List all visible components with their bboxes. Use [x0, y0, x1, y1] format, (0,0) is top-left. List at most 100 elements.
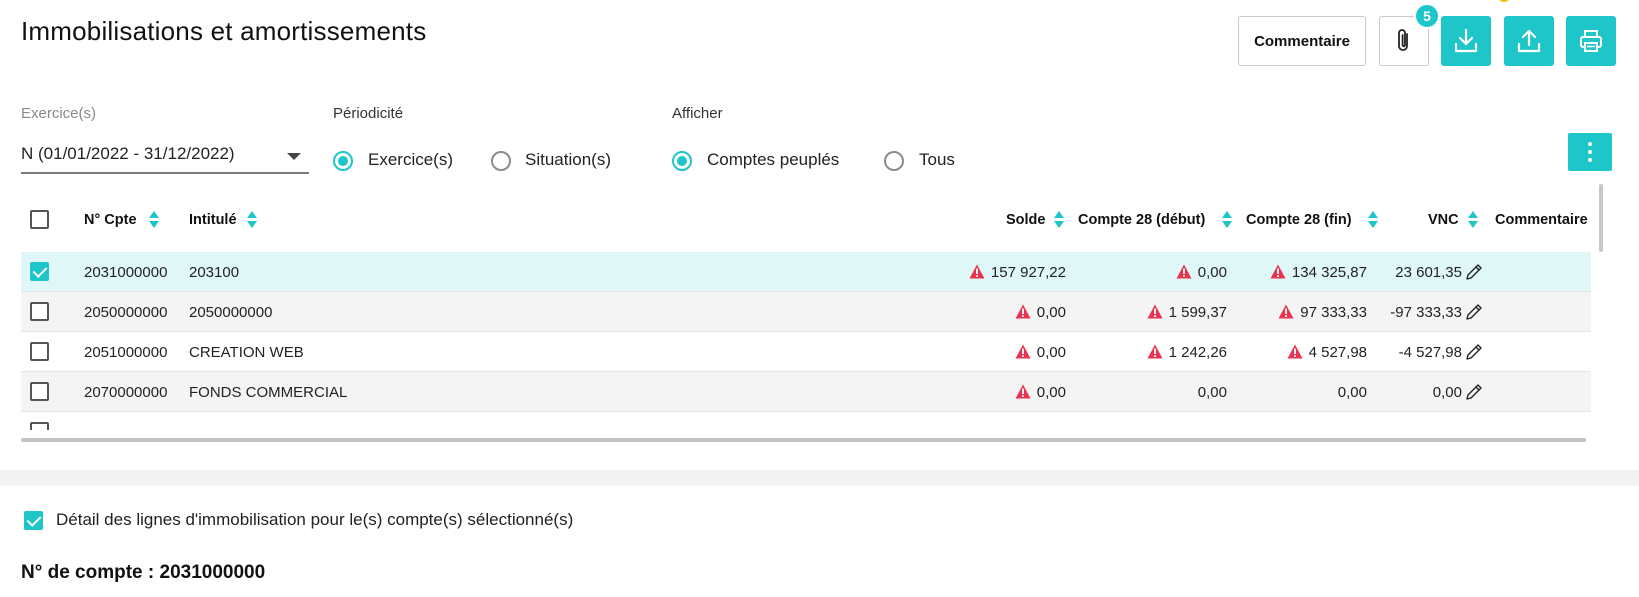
periodicite-label: Périodicité: [333, 105, 404, 122]
warning-icon: [1015, 344, 1031, 359]
row-checkbox[interactable]: [30, 422, 49, 430]
vnc-cell-value: 0,00: [1432, 384, 1462, 401]
vnc-cell: -97 333,33: [1390, 304, 1462, 321]
c28-fin-cell-value: 97 333,33: [1300, 304, 1367, 321]
select-all-checkbox[interactable]: [30, 210, 49, 229]
c28-debut-cell-value: 1 599,37: [1168, 304, 1227, 321]
c28-fin-cell: 0,00: [1338, 384, 1367, 401]
table-row[interactable]: 2051000000 CREATION WEB 0,00 1 242,26 4 527,…: [21, 332, 1591, 372]
sort-icon[interactable]: [1222, 211, 1232, 231]
solde-cell-value: 157 927,22: [990, 264, 1066, 281]
detail-lines-checkbox[interactable]: [24, 511, 43, 530]
print-button[interactable]: [1566, 16, 1616, 66]
radio-afficher-comptes-peuples[interactable]: [672, 151, 692, 171]
horizontal-scrollbar[interactable]: [21, 438, 1586, 442]
vnc-cell: 0,00: [1433, 384, 1462, 401]
comment-button[interactable]: Commentaire: [1238, 16, 1366, 66]
sort-icon[interactable]: [1054, 211, 1064, 231]
row-checkbox[interactable]: [30, 262, 49, 281]
chevron-down-icon: [287, 153, 301, 160]
warning-icon: [969, 264, 985, 279]
vnc-cell-value: 23 601,35: [1395, 264, 1462, 281]
column-header-c28-fin[interactable]: Compte 28 (fin): [1246, 212, 1352, 228]
table-row[interactable]: 2050000000 2050000000 0,00 1 599,37 97 333,3…: [21, 292, 1591, 332]
radio-afficher-tous[interactable]: [884, 151, 904, 171]
c28-fin-cell: 97 333,33: [1278, 304, 1367, 321]
table-header: N° Cpte Intitulé Solde Compte 28 (début)…: [21, 184, 1591, 252]
exercice-select[interactable]: N (01/01/2022 - 31/12/2022): [21, 140, 309, 174]
account-label: FONDS COMMERCIAL: [189, 384, 348, 401]
warning-icon: [1176, 264, 1192, 279]
table-row[interactable]: 2070000000 FONDS COMMERCIAL 0,00 0,00 0,00 0,…: [21, 372, 1591, 412]
warning-icon: [1015, 304, 1031, 319]
column-header-solde[interactable]: Solde: [1006, 212, 1045, 228]
radio-periodicite-exercices[interactable]: [333, 151, 353, 171]
column-header-c28-debut[interactable]: Compte 28 (début): [1078, 212, 1205, 228]
download-icon: [1454, 28, 1478, 53]
table-row[interactable]: 2031000000 203100 157 927,22 0,00 134 325,87…: [21, 252, 1591, 292]
solde-cell: 157 927,22: [969, 264, 1066, 281]
radio-periodicite-situations[interactable]: [491, 151, 511, 171]
row-checkbox[interactable]: [30, 342, 49, 361]
table-row-partial[interactable]: [21, 412, 1591, 430]
account-number: 2031000000: [84, 264, 168, 281]
column-header-account[interactable]: N° Cpte: [84, 212, 137, 228]
c28-debut-cell: 0,00: [1176, 264, 1227, 281]
row-checkbox[interactable]: [30, 382, 49, 401]
warning-icon: [1278, 304, 1294, 319]
solde-cell: 0,00: [1015, 384, 1066, 401]
column-header-commentaire: Commentaire: [1495, 212, 1588, 228]
download-button[interactable]: [1441, 16, 1491, 66]
vnc-cell-value: -4 527,98: [1398, 344, 1462, 361]
edit-comment-icon[interactable]: [1464, 382, 1484, 402]
upload-button[interactable]: [1504, 16, 1554, 66]
sort-icon[interactable]: [1468, 211, 1478, 231]
sort-icon[interactable]: [1368, 211, 1378, 231]
c28-debut-cell: 0,00: [1198, 384, 1227, 401]
exercice-label: Exercice(s): [21, 105, 97, 122]
more-vertical-icon: [1588, 142, 1592, 146]
c28-debut-cell-value: 1 242,26: [1168, 344, 1227, 361]
edit-comment-icon[interactable]: [1464, 342, 1484, 362]
column-header-vnc[interactable]: VNC: [1428, 212, 1459, 228]
edit-comment-icon[interactable]: [1464, 262, 1484, 282]
edit-comment-icon[interactable]: [1464, 302, 1484, 322]
exercice-value: N (01/01/2022 - 31/12/2022): [21, 144, 235, 163]
c28-fin-cell: 134 325,87: [1270, 264, 1367, 281]
account-title: N° de compte : 2031000000: [21, 562, 266, 583]
warning-icon: [1287, 344, 1303, 359]
warning-icon: [1270, 264, 1286, 279]
c28-fin-cell-value: 4 527,98: [1308, 344, 1367, 361]
warning-icon: [1147, 344, 1163, 359]
sort-icon[interactable]: [247, 211, 257, 231]
radio-afficher-tous-label: Tous: [919, 150, 955, 169]
account-label: 203100: [189, 264, 240, 281]
paperclip-icon: [1398, 29, 1408, 51]
account-number: 2070000000: [84, 384, 168, 401]
solde-cell: 0,00: [1015, 304, 1066, 321]
account-number: 2050000000: [84, 304, 168, 321]
account-number: 2051000000: [84, 344, 168, 361]
page-title: Immobilisations et amortissements: [21, 16, 427, 46]
vnc-cell-value: -97 333,33: [1390, 304, 1462, 321]
notification-dot: [1498, 0, 1510, 2]
column-header-label[interactable]: Intitulé: [189, 212, 237, 228]
afficher-label: Afficher: [672, 105, 723, 122]
vertical-scrollbar[interactable]: [1599, 184, 1603, 252]
c28-fin-cell-value: 0,00: [1337, 384, 1367, 401]
more-options-button[interactable]: [1568, 133, 1612, 171]
sort-icon[interactable]: [149, 211, 159, 231]
c28-debut-cell-value: 0,00: [1197, 384, 1227, 401]
account-label: 2050000000: [189, 304, 273, 321]
attachments-count-badge: 5: [1414, 3, 1440, 29]
warning-icon: [1015, 384, 1031, 399]
c28-debut-cell-value: 0,00: [1197, 264, 1227, 281]
solde-cell: 0,00: [1015, 344, 1066, 361]
more-vertical-icon-dot: [1588, 158, 1592, 162]
radio-periodicite-exercices-label: Exercice(s): [368, 150, 454, 169]
accounts-table: N° Cpte Intitulé Solde Compte 28 (début)…: [21, 184, 1591, 430]
row-checkbox[interactable]: [30, 302, 49, 321]
upload-icon: [1517, 29, 1541, 53]
radio-afficher-comptes-peuples-label: Comptes peuplés: [707, 150, 840, 169]
c28-fin-cell: 4 527,98: [1287, 344, 1367, 361]
